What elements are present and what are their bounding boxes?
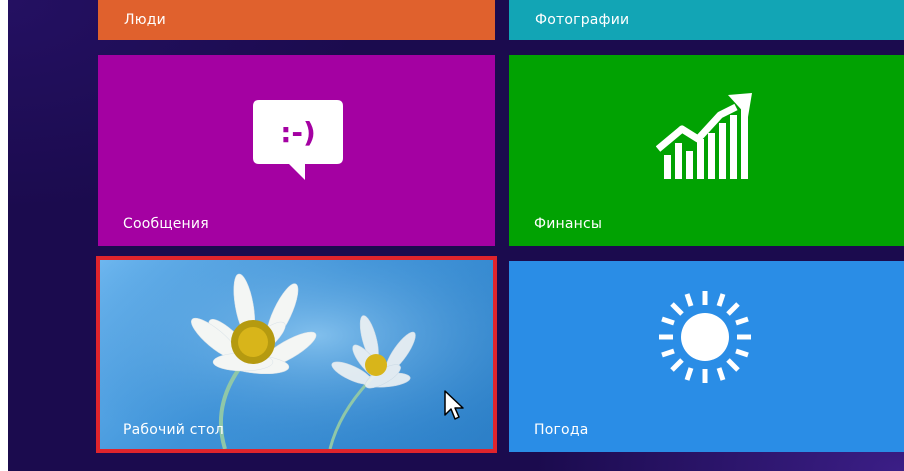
- tile-desktop-label: Рабочий стол: [123, 422, 224, 438]
- tile-people[interactable]: Люди: [98, 0, 495, 40]
- tile-messages-label: Сообщения: [123, 216, 209, 232]
- chat-emoticon-icon: :-): [253, 100, 343, 180]
- tile-weather-label: Погода: [534, 422, 589, 438]
- tile-photos[interactable]: Фотографии: [509, 0, 904, 40]
- tile-finance-label: Финансы: [534, 216, 603, 232]
- tile-finance[interactable]: Финансы: [509, 55, 904, 246]
- mouse-cursor-icon: [444, 390, 464, 420]
- window-edge: [0, 0, 8, 471]
- tile-people-label: Люди: [124, 12, 166, 28]
- tile-desktop[interactable]: Рабочий стол: [96, 256, 497, 453]
- daisy-flowers-image: [100, 260, 493, 449]
- tile-photos-label: Фотографии: [535, 12, 630, 28]
- tile-weather[interactable]: Погода: [509, 261, 904, 452]
- tile-messages[interactable]: :-) Сообщения: [98, 55, 495, 246]
- chat-emoticon-text: :-): [280, 116, 316, 149]
- sun-icon: [659, 291, 751, 383]
- finance-chart-icon: [656, 93, 752, 179]
